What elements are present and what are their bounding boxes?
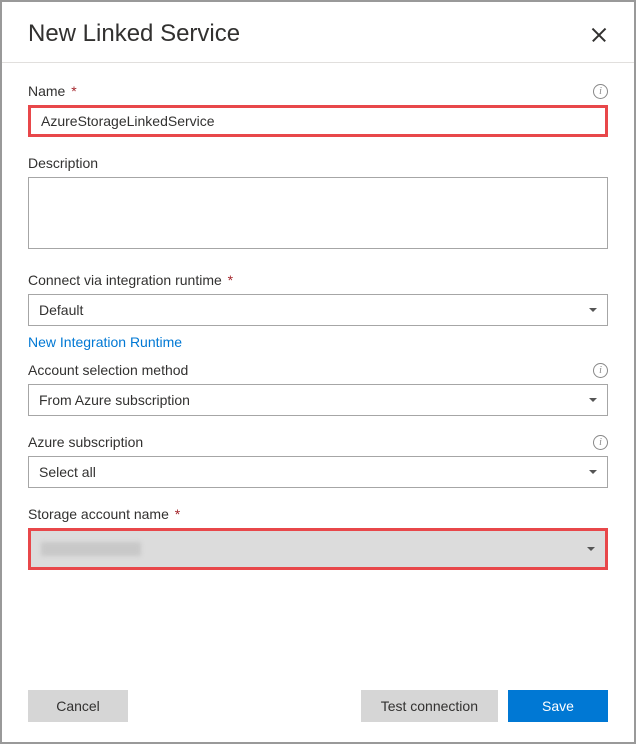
- name-input[interactable]: [28, 105, 608, 137]
- description-input[interactable]: [28, 177, 608, 249]
- storage-account-label: Storage account name *: [28, 506, 180, 522]
- name-label-row: Name * i: [28, 83, 608, 99]
- info-icon[interactable]: i: [593, 84, 608, 99]
- chevron-down-icon: [589, 308, 597, 312]
- storage-account-label-row: Storage account name *: [28, 506, 608, 522]
- chevron-down-icon: [589, 470, 597, 474]
- integration-runtime-dropdown[interactable]: Default: [28, 294, 608, 326]
- integration-runtime-field: Connect via integration runtime * Defaul…: [28, 272, 608, 352]
- storage-account-dropdown-wrap: [28, 528, 608, 570]
- required-mark: *: [71, 83, 76, 99]
- cancel-button[interactable]: Cancel: [28, 690, 128, 722]
- azure-subscription-label: Azure subscription: [28, 434, 143, 450]
- name-label: Name *: [28, 83, 77, 99]
- description-label-row: Description: [28, 155, 608, 171]
- account-selection-dropdown[interactable]: From Azure subscription: [28, 384, 608, 416]
- azure-subscription-value: Select all: [39, 464, 96, 480]
- storage-account-label-text: Storage account name: [28, 506, 169, 522]
- chevron-down-icon: [589, 398, 597, 402]
- name-field: Name * i: [28, 83, 608, 137]
- info-icon[interactable]: i: [593, 363, 608, 378]
- integration-runtime-label: Connect via integration runtime *: [28, 272, 233, 288]
- storage-account-field: Storage account name *: [28, 506, 608, 570]
- dialog-title: New Linked Service: [28, 20, 240, 48]
- azure-subscription-dropdown[interactable]: Select all: [28, 456, 608, 488]
- integration-runtime-value: Default: [39, 302, 83, 318]
- required-mark: *: [228, 272, 233, 288]
- account-selection-label-row: Account selection method i: [28, 362, 608, 378]
- integration-runtime-label-text: Connect via integration runtime: [28, 272, 222, 288]
- required-mark: *: [175, 506, 180, 522]
- dialog-header: New Linked Service: [2, 2, 634, 63]
- account-selection-field: Account selection method i From Azure su…: [28, 362, 608, 416]
- save-button[interactable]: Save: [508, 690, 608, 722]
- description-field: Description: [28, 155, 608, 254]
- account-selection-value: From Azure subscription: [39, 392, 190, 408]
- name-label-text: Name: [28, 83, 65, 99]
- description-label: Description: [28, 155, 98, 171]
- storage-account-value-redacted: [41, 542, 141, 556]
- dialog-footer: Cancel Test connection Save: [2, 674, 634, 742]
- storage-account-dropdown[interactable]: [31, 531, 605, 567]
- integration-runtime-label-row: Connect via integration runtime *: [28, 272, 608, 288]
- test-connection-button[interactable]: Test connection: [361, 690, 498, 722]
- footer-right: Test connection Save: [361, 690, 608, 722]
- close-icon[interactable]: [590, 25, 608, 43]
- azure-subscription-label-row: Azure subscription i: [28, 434, 608, 450]
- dialog-content: Name * i Description Connect via integra…: [2, 63, 634, 674]
- info-icon[interactable]: i: [593, 435, 608, 450]
- account-selection-label: Account selection method: [28, 362, 188, 378]
- new-linked-service-dialog: New Linked Service Name * i Description: [2, 2, 634, 742]
- azure-subscription-field: Azure subscription i Select all: [28, 434, 608, 488]
- chevron-down-icon: [587, 547, 595, 551]
- new-integration-runtime-link[interactable]: New Integration Runtime: [28, 334, 182, 350]
